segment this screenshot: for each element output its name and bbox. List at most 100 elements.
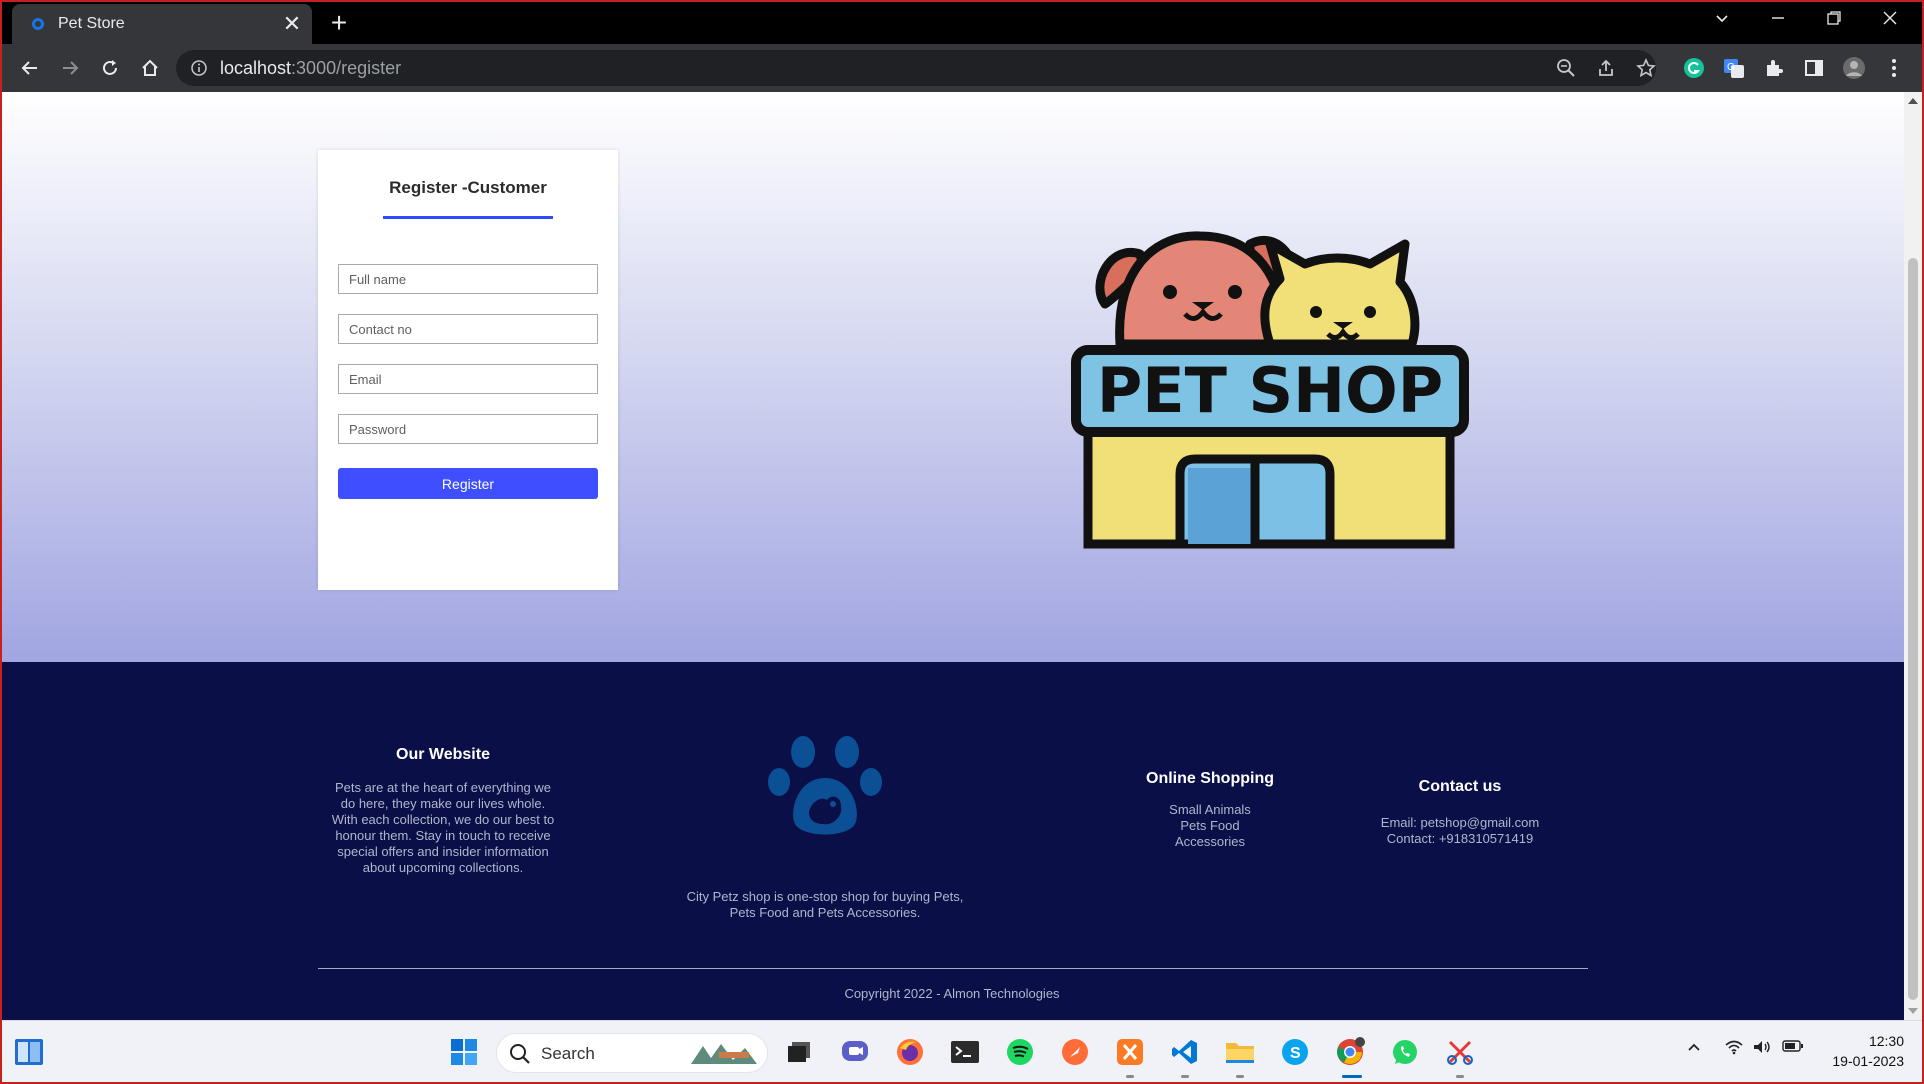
vscode-icon[interactable] xyxy=(1168,1035,1202,1069)
logo-text: PET SHOP xyxy=(1097,354,1443,427)
hero-section: Register -Customer Register xyxy=(0,92,1904,662)
running-indicator xyxy=(1181,1075,1189,1078)
copyright-text: Copyright 2022 - Almon Technologies xyxy=(844,986,1060,1001)
scroll-up-icon[interactable] xyxy=(1908,98,1918,104)
tab-pet-store[interactable]: Pet Store ✕ xyxy=(12,4,312,44)
shopping-link-accessories[interactable]: Accessories xyxy=(1110,834,1310,850)
tray-overflow-icon[interactable] xyxy=(1686,1039,1702,1058)
tab-search-icon[interactable] xyxy=(1694,0,1750,40)
reload-icon[interactable] xyxy=(92,50,128,86)
url-host: localhost xyxy=(220,58,292,78)
footer-contact: Contact us Email: petshop@gmail.com Cont… xyxy=(1350,778,1570,847)
url-text[interactable]: localhost:3000/register xyxy=(220,58,401,79)
footer-shopping: Online Shopping Small Animals Pets Food … xyxy=(1110,770,1310,850)
more-menu-icon[interactable] xyxy=(1880,54,1908,82)
new-tab-button[interactable]: + xyxy=(322,8,356,40)
profile-avatar[interactable] xyxy=(1840,54,1868,82)
tab-title: Pet Store xyxy=(58,15,125,32)
page-viewport: Register -Customer Register xyxy=(0,92,1904,1020)
share-icon[interactable] xyxy=(1592,54,1620,82)
bookmark-star-icon[interactable] xyxy=(1632,54,1660,82)
scroll-down-icon[interactable] xyxy=(1908,1008,1918,1014)
xampp-icon[interactable] xyxy=(1113,1035,1147,1069)
browser-toolbar: localhost:3000/register G xyxy=(0,44,1924,92)
volume-icon[interactable] xyxy=(1752,1039,1772,1058)
site-info-icon[interactable] xyxy=(190,59,208,77)
address-bar[interactable]: localhost:3000/register xyxy=(176,50,1656,86)
running-indicator xyxy=(1126,1075,1134,1078)
firefox-icon[interactable] xyxy=(893,1035,927,1069)
contact-phone: Contact: +918310571419 xyxy=(1386,831,1534,846)
running-indicator xyxy=(1236,1075,1244,1078)
taskbar-clock[interactable]: 12:30 19-01-2023 xyxy=(1832,1031,1904,1071)
taskbar-search[interactable]: Search xyxy=(496,1033,768,1073)
teams-chat-icon[interactable] xyxy=(838,1035,872,1069)
email-input[interactable] xyxy=(338,364,598,394)
postman-icon[interactable] xyxy=(1058,1035,1092,1069)
footer-website-heading: Our Website xyxy=(396,746,490,763)
start-icon[interactable] xyxy=(447,1035,481,1069)
title-underline xyxy=(383,216,553,219)
shopping-link-small-animals[interactable]: Small Animals xyxy=(1110,802,1310,818)
widgets-icon[interactable] xyxy=(12,1035,46,1069)
grammarly-icon[interactable] xyxy=(1680,54,1708,82)
footer: Our Website Pets are at the heart of eve… xyxy=(0,662,1904,1020)
tab-close-icon[interactable]: ✕ xyxy=(278,10,306,38)
skype-icon[interactable]: S xyxy=(1278,1035,1312,1069)
about-line: City Petz shop is one-stop shop for buyi… xyxy=(686,889,964,904)
footer-about: City Petz shop is one-stop shop for buyi… xyxy=(665,734,985,921)
svg-text:G: G xyxy=(1727,62,1735,73)
home-icon[interactable] xyxy=(132,50,168,86)
chrome-icon[interactable] xyxy=(1333,1035,1367,1069)
translate-icon[interactable]: G xyxy=(1720,54,1748,82)
pet-shop-logo: PET SHOP xyxy=(1071,231,1469,549)
spotify-icon[interactable] xyxy=(1003,1035,1037,1069)
favicon-icon xyxy=(30,16,46,32)
paw-logo-icon xyxy=(768,736,882,835)
browser-titlebar: Pet Store ✕ + xyxy=(0,0,1924,44)
snipping-tool-icon[interactable] xyxy=(1443,1035,1477,1069)
register-title: Register -Customer xyxy=(389,178,547,197)
clock-time: 12:30 xyxy=(1868,1033,1904,1049)
website-line: Pets are at the heart of everything we xyxy=(334,780,552,795)
minimize-icon[interactable] xyxy=(1750,0,1806,40)
search-icon xyxy=(509,1043,531,1070)
page-scrollbar[interactable] xyxy=(1904,92,1922,1020)
scrollbar-thumb[interactable] xyxy=(1908,258,1918,1000)
battery-icon[interactable] xyxy=(1782,1039,1804,1056)
contact-email: Email: petshop@gmail.com xyxy=(1380,815,1540,830)
contact-input[interactable] xyxy=(338,314,598,344)
footer-divider xyxy=(318,968,1588,969)
about-line: Pets Food and Pets Accessories. xyxy=(729,905,921,920)
file-explorer-icon[interactable] xyxy=(1223,1035,1257,1069)
whatsapp-icon[interactable] xyxy=(1388,1035,1422,1069)
register-card: Register -Customer Register xyxy=(318,150,618,590)
website-line: special offers and insider information xyxy=(337,844,549,859)
extensions-icon[interactable] xyxy=(1760,54,1788,82)
website-line: With each collection, we do our best to xyxy=(331,812,555,827)
password-input[interactable] xyxy=(338,414,598,444)
footer-shopping-heading: Online Shopping xyxy=(1146,770,1274,787)
running-indicator xyxy=(1456,1075,1464,1078)
wifi-icon[interactable] xyxy=(1724,1039,1744,1058)
task-view-icon[interactable] xyxy=(782,1035,816,1069)
taskbar: Search S 12:30 19-01-2023 xyxy=(0,1020,1924,1084)
url-path: :3000/register xyxy=(291,58,402,78)
active-indicator xyxy=(1342,1075,1362,1078)
website-line: do here, they make our lives whole. xyxy=(340,796,546,811)
back-icon[interactable] xyxy=(12,50,48,86)
svg-text:S: S xyxy=(1290,1045,1301,1062)
shopping-link-pets-food[interactable]: Pets Food xyxy=(1110,818,1310,834)
footer-contact-heading: Contact us xyxy=(1418,778,1502,795)
register-button[interactable]: Register xyxy=(338,468,598,499)
side-panel-icon[interactable] xyxy=(1800,54,1828,82)
terminal-icon[interactable] xyxy=(948,1035,982,1069)
full-name-input[interactable] xyxy=(338,264,598,294)
website-line: honour them. Stay in touch to receive xyxy=(335,828,551,843)
close-window-icon[interactable] xyxy=(1862,0,1918,40)
zoom-icon[interactable] xyxy=(1552,54,1580,82)
website-line: about upcoming collections. xyxy=(362,860,524,875)
restore-icon[interactable] xyxy=(1806,0,1862,40)
forward-icon[interactable] xyxy=(52,50,88,86)
search-highlight-art xyxy=(689,1040,759,1071)
